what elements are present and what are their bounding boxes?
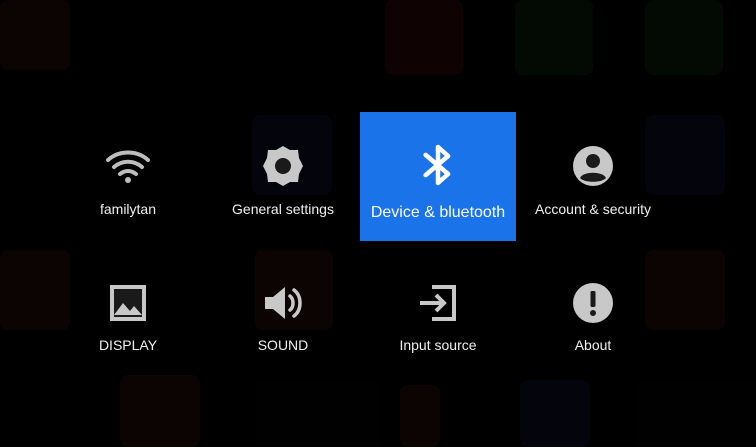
menu-item-label: About [574, 337, 612, 353]
menu-item-input-source[interactable]: Input source [360, 250, 516, 379]
menu-item-general-settings[interactable]: General settings [205, 112, 361, 241]
menu-item-label: General settings [232, 201, 334, 217]
menu-item-device-bluetooth[interactable]: Device & bluetooth [360, 112, 516, 241]
image-icon [110, 285, 146, 321]
menu-item-network[interactable]: familytan [50, 112, 206, 241]
input-source-icon [420, 285, 456, 321]
info-alert-icon [573, 283, 613, 323]
speaker-icon [265, 287, 302, 319]
menu-item-label: Input source [399, 337, 477, 353]
tv-settings-screen: familytan General settings Device & blue… [0, 0, 756, 447]
bluetooth-icon [423, 144, 451, 186]
menu-item-sound[interactable]: SOUND [205, 250, 361, 379]
menu-item-label: Device & bluetooth [370, 204, 506, 221]
gear-icon [263, 146, 303, 186]
wifi-icon [106, 150, 150, 183]
menu-item-account-security[interactable]: Account & security [515, 112, 671, 241]
menu-item-display[interactable]: DISPLAY [50, 250, 206, 379]
menu-item-label: SOUND [257, 337, 309, 353]
menu-item-about[interactable]: About [515, 250, 671, 379]
menu-item-label: DISPLAY [98, 337, 158, 353]
menu-item-label: familytan [99, 201, 157, 217]
account-icon [573, 146, 613, 186]
menu-item-label: Account & security [535, 201, 651, 217]
